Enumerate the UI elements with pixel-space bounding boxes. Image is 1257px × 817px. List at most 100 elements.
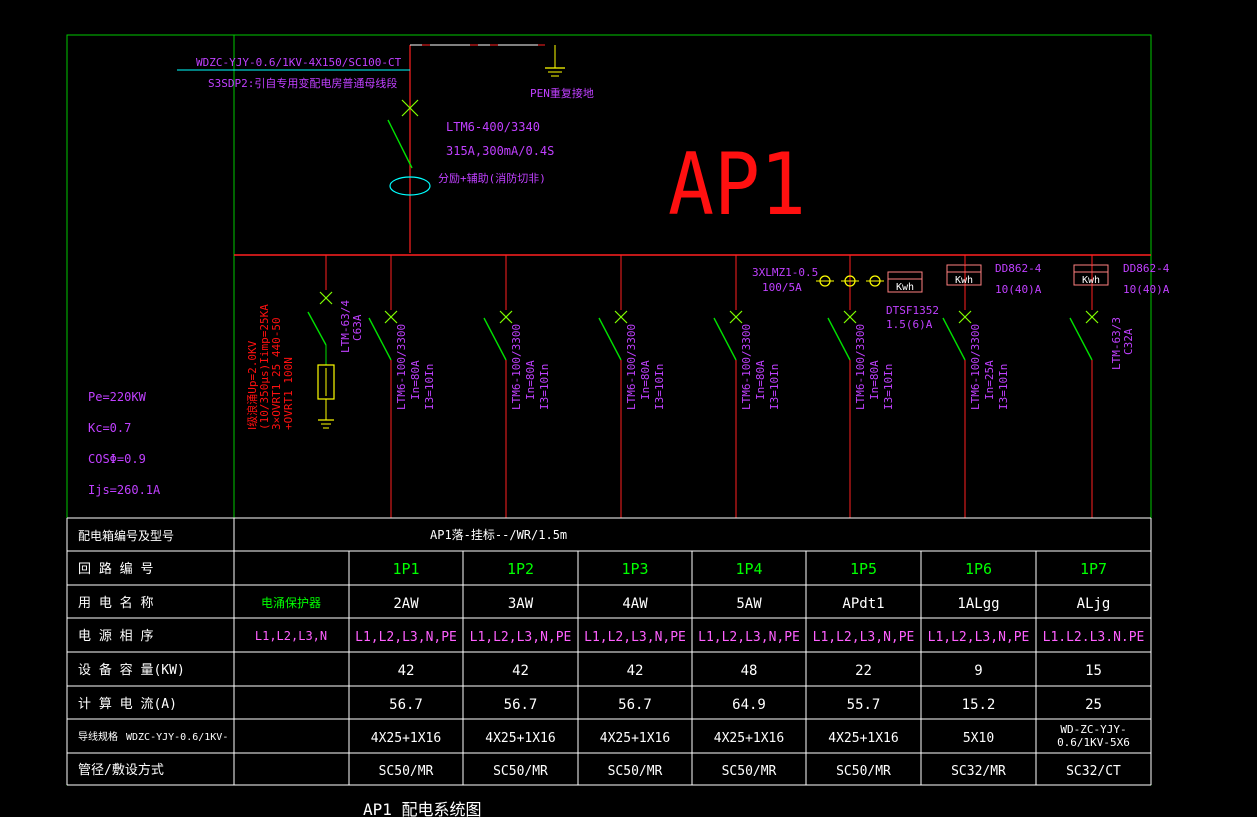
- feeder-breaker-contact: [942, 317, 966, 361]
- footer-title: AP1 配电系统图: [363, 800, 482, 817]
- kwh-label: Kwh: [955, 275, 973, 286]
- circuit-kw: 9: [974, 663, 982, 679]
- meter-dd-rating: 10(40)A: [995, 283, 1042, 296]
- circuit-cable-line1: WD-ZC-YJY-: [1060, 723, 1126, 736]
- circuit-cable: 5X10: [963, 731, 994, 746]
- circuit-pipe: SC50/MR: [608, 764, 663, 779]
- row-label: 计 算 电 流(A): [78, 697, 177, 712]
- circuit-phase: L1,L2,L3,N,PE: [698, 630, 800, 645]
- pen-label: PEN重复接地: [530, 86, 594, 100]
- feeder-breaker-model: LTM6-100/3300: [510, 324, 523, 410]
- circuit-id: 1P3: [621, 560, 648, 578]
- circuit-id: 1P7: [1080, 560, 1107, 578]
- circuit-id: 1P5: [850, 560, 877, 578]
- feeder-breaker-model: LTM6-100/3300: [395, 324, 408, 410]
- kwh-label: Kwh: [1082, 275, 1100, 286]
- circuit-amps: 56.7: [618, 697, 652, 713]
- feeder-breaker-rating: C32A: [1122, 328, 1135, 355]
- ct-model: 3XLMZ1-0.5: [752, 266, 818, 279]
- row-label: 管径/敷设方式: [78, 762, 164, 778]
- circuit-amps: 55.7: [847, 697, 881, 713]
- circuit-cable: 4X25+1X16: [485, 731, 555, 746]
- feeder-breaker-model: LTM6-100/3300: [969, 324, 982, 410]
- frame: [66, 34, 1152, 786]
- circuit-cable: 4X25+1X16: [600, 731, 670, 746]
- feeder-breaker-contact: [483, 317, 507, 361]
- main-breaker-label: LTM6-400/3340: [446, 120, 540, 134]
- circuit-cable: 4X25+1X16: [371, 731, 441, 746]
- circuit-amps: 56.7: [389, 697, 423, 713]
- outer-border: [66, 34, 1152, 786]
- feeder-breaker-rating: In=80A: [639, 360, 652, 400]
- circuit-pipe: SC32/CT: [1066, 764, 1121, 779]
- kwh-label: Kwh: [896, 282, 914, 293]
- circuit-name: APdt1: [842, 596, 884, 612]
- circuit-cable: 4X25+1X16: [714, 731, 784, 746]
- circuit-amps: 15.2: [962, 697, 996, 713]
- feeder-breaker-contact: [598, 317, 622, 361]
- main-breaker-rating: 315A,300mA/0.4S: [446, 144, 554, 158]
- panel-name: AP1: [668, 135, 806, 235]
- circuit-phase: L1,L2,L3,N,PE: [928, 630, 1030, 645]
- circuit-name: 4AW: [622, 596, 648, 612]
- circuit-cable: 4X25+1X16: [828, 731, 898, 746]
- circuit-pipe: SC50/MR: [836, 764, 891, 779]
- feeder-breaker-setting: I3=10In: [538, 364, 551, 410]
- meter-dtsf-rating: 1.5(6)A: [886, 318, 933, 331]
- param-ijs: Ijs=260.1A: [88, 483, 161, 497]
- feeder-breaker-setting: I3=10In: [423, 364, 436, 410]
- spd-spec: +OVRT1 100N: [282, 357, 295, 430]
- circuit-kw: 22: [855, 663, 872, 679]
- circuit-name: ALjg: [1077, 596, 1111, 612]
- circuit-pipe: SC32/MR: [951, 764, 1006, 779]
- feeder-breaker-setting: I3=10In: [882, 364, 895, 410]
- spd-spec: Ⅰ级浪涌Up=2.0KV: [245, 340, 259, 430]
- meter-dd-rating: 10(40)A: [1123, 283, 1170, 296]
- circuit-cable-line2: 0.6/1KV-5X6: [1057, 736, 1130, 749]
- incoming-cable-label: WDZC-YJY-0.6/1KV-4X150/SC100-CT: [196, 56, 402, 69]
- spd-circuit-phase: L1,L2,L3,N: [255, 629, 327, 643]
- meter-dd-model: DD862-4: [995, 262, 1042, 275]
- circuit-phase: L1,L2,L3,N,PE: [470, 630, 572, 645]
- circuit-kw: 48: [741, 663, 758, 679]
- circuit-pipe: SC50/MR: [722, 764, 777, 779]
- feeder-breaker-rating: In=80A: [409, 360, 422, 400]
- circuit-phase: L1,L2,L3,N,PE: [355, 630, 457, 645]
- circuit-pipe: SC50/MR: [493, 764, 548, 779]
- circuit-id: 1P2: [507, 560, 534, 578]
- circuit-name: 2AW: [393, 596, 419, 612]
- circuit-kw: 42: [627, 663, 644, 679]
- row-label: 导线规格: [78, 730, 118, 743]
- param-kc: Kc=0.7: [88, 421, 131, 435]
- feeder-breaker-model: LTM6-100/3300: [740, 324, 753, 410]
- feeder-breaker-contact: [1069, 317, 1093, 361]
- circuit-pipe: SC50/MR: [379, 764, 434, 779]
- row-label: 设 备 容 量(KW): [78, 662, 185, 678]
- circuit-phase: L1.L2.L3.N.PE: [1043, 630, 1145, 645]
- cable-prefix: WDZC-YJY-0.6/1KV-: [126, 732, 228, 743]
- feeder-breaker-rating: In=25A: [983, 360, 996, 400]
- circuit-name: 1ALgg: [957, 596, 999, 612]
- row-label: 回 路 编 号: [78, 561, 153, 577]
- ct-ratio: 100/5A: [762, 281, 802, 294]
- feeder-breaker-setting: I3=10In: [653, 364, 666, 410]
- circuit-kw: 42: [512, 663, 529, 679]
- distribution-system-diagram: Kwh Kwh Kwh WDZC-YJY-0.6/1KV-4X150/SC100-C…: [66, 34, 1170, 817]
- meter-dd-model: DD862-4: [1123, 262, 1170, 275]
- spd-circuit-name: 电涌保护器: [261, 596, 321, 610]
- feeder-breaker-contact: [827, 317, 851, 361]
- main-breaker-function: 分励+辅助(消防切非): [438, 171, 546, 185]
- circuit-amps: 25: [1085, 697, 1102, 713]
- feeder-breaker-setting: I3=10In: [768, 364, 781, 410]
- panel-value: AP1落-挂标--/WR/1.5m: [430, 528, 567, 542]
- spd-breaker-contact: [307, 311, 327, 346]
- circuit-id: 1P1: [392, 560, 419, 578]
- circuit-amps: 56.7: [504, 697, 538, 713]
- row-label: 用 电 名 称: [78, 595, 153, 611]
- circuit-id: 1P4: [735, 560, 762, 578]
- circuit-kw: 15: [1085, 663, 1102, 679]
- circuit-graphics: Kwh Kwh Kwh: [177, 44, 1151, 518]
- meter-dtsf-model: DTSF1352: [886, 304, 939, 317]
- feeder-breaker-model: LTM6-100/3300: [854, 324, 867, 410]
- annotations: WDZC-YJY-0.6/1KV-4X150/SC100-CT S3SDP2:引自…: [88, 56, 1170, 497]
